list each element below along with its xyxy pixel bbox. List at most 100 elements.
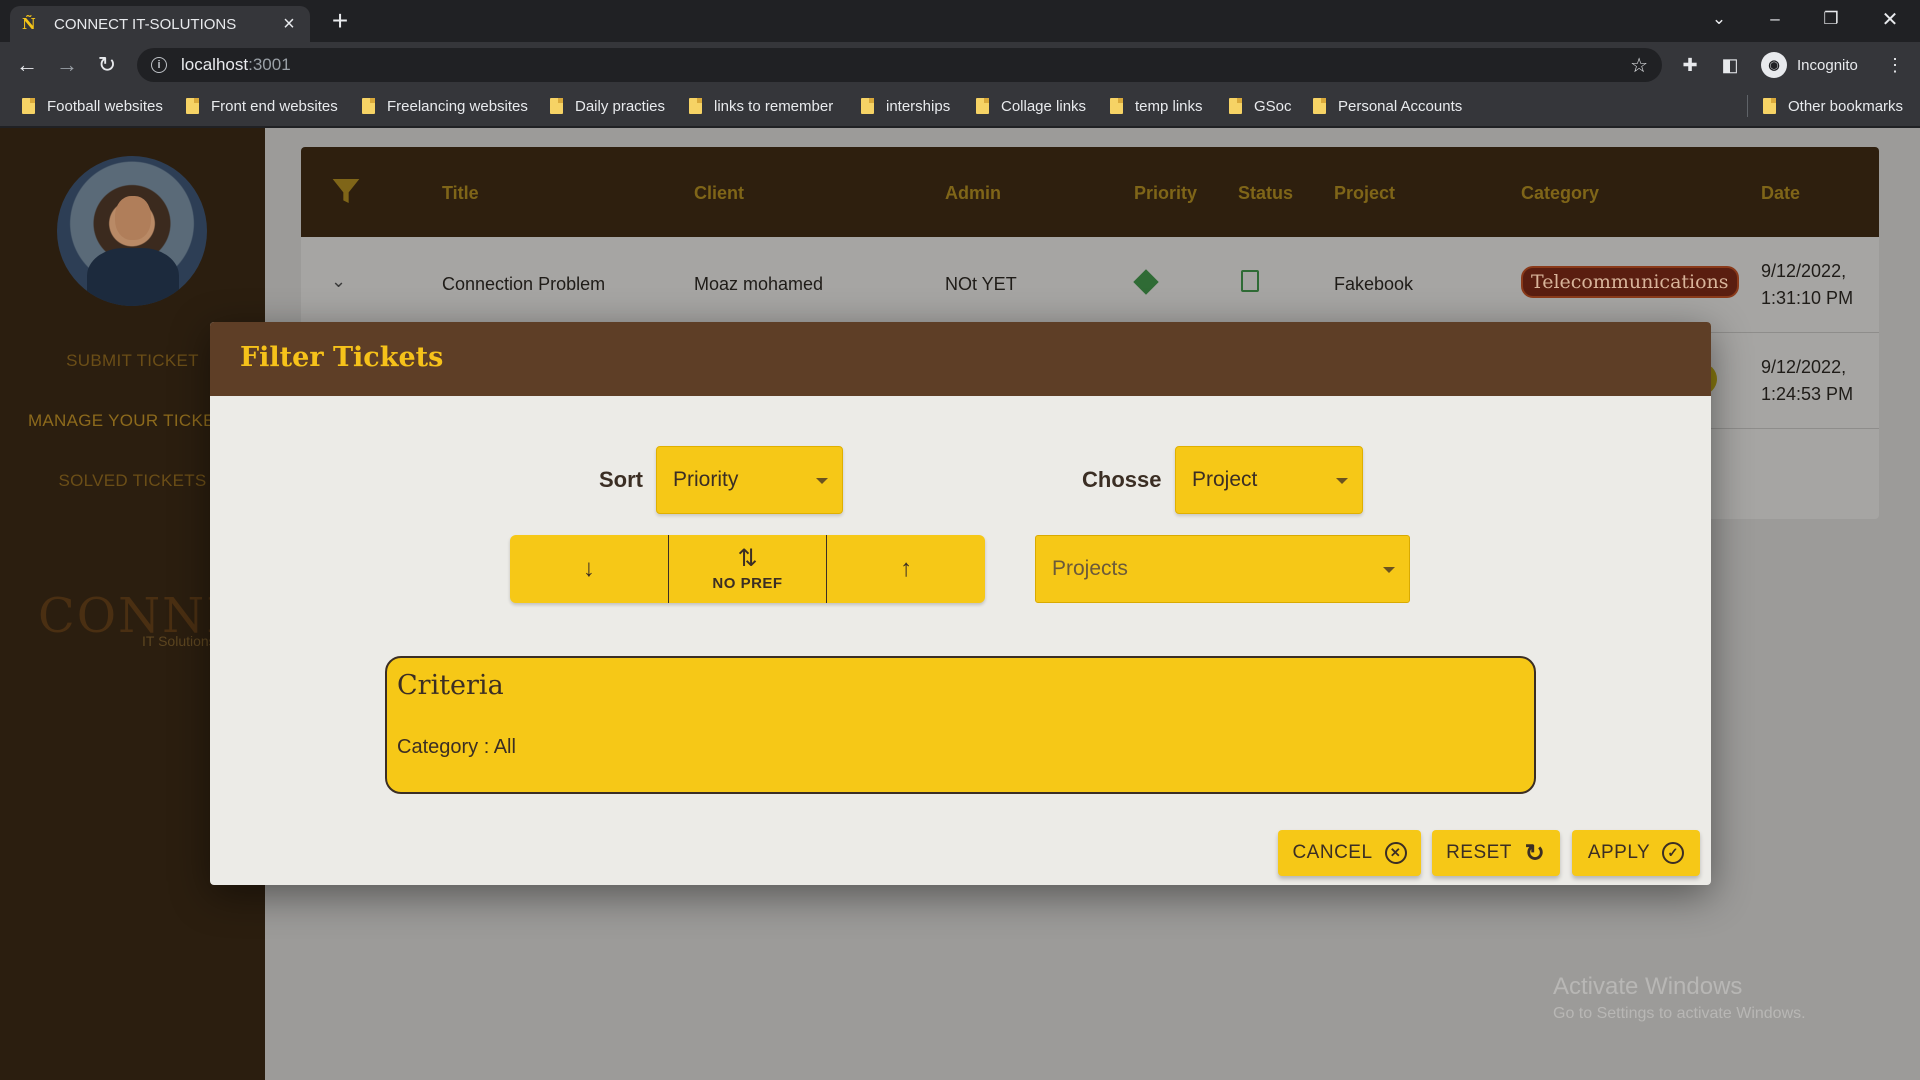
folder-icon [861, 98, 874, 114]
sort-descending-button[interactable]: ↓ [510, 535, 669, 603]
column-header-date[interactable]: Date [1761, 183, 1800, 204]
url-port: :3001 [248, 55, 291, 74]
projects-select[interactable]: Projects [1035, 535, 1410, 603]
url-host: localhost [181, 55, 249, 74]
ticket-date-line1: 9/12/2022, [1761, 261, 1847, 281]
ticket-client: Moaz mohamed [694, 274, 824, 294]
cancel-button[interactable]: CANCEL ✕ [1278, 830, 1421, 876]
extensions-icon[interactable]: ✚ [1675, 49, 1705, 81]
category-badge: Telecommunications [1521, 266, 1739, 298]
sort-label: Sort [599, 467, 643, 492]
restore-icon[interactable]: ❐ [1803, 0, 1859, 38]
other-bookmarks[interactable]: Other bookmarks [1763, 87, 1903, 125]
new-tab-icon[interactable]: + [325, 6, 355, 36]
table-header: Title Client Admin Priority Status Proje… [301, 147, 1879, 237]
folder-icon [1229, 98, 1242, 114]
criteria-category: Category : All [397, 736, 516, 758]
tab-search-icon[interactable]: ⌄ [1691, 0, 1747, 38]
column-header-admin[interactable]: Admin [945, 183, 1001, 204]
column-header-title[interactable]: Title [442, 183, 479, 204]
profile-label: Incognito [1797, 56, 1858, 74]
dropdown-caret-icon [816, 478, 828, 484]
bookmark-folder[interactable]: Collage links [976, 87, 1086, 125]
forward-icon[interactable]: → [51, 49, 83, 81]
back-icon[interactable]: ← [11, 49, 43, 81]
column-header-status[interactable]: Status [1238, 183, 1293, 204]
bookmark-folder[interactable]: Freelancing websites [362, 87, 528, 125]
bookmark-star-icon[interactable]: ☆ [1630, 53, 1648, 78]
folder-icon [550, 98, 563, 114]
folder-icon [1313, 98, 1326, 114]
apply-button[interactable]: APPLY ✓ [1572, 830, 1700, 876]
column-header-category[interactable]: Category [1521, 183, 1599, 204]
url-input[interactable]: i localhost:3001 ☆ [137, 48, 1662, 82]
column-header-priority[interactable]: Priority [1134, 183, 1197, 204]
bookmark-folder[interactable]: GSoc [1229, 87, 1292, 125]
sort-no-preference-button[interactable]: ⇅ NO PREF [669, 535, 828, 603]
choose-select[interactable]: Project [1175, 446, 1363, 514]
ticket-project: Fakebook [1334, 274, 1414, 294]
table-row[interactable]: ⌄ Connection Problem Moaz mohamed NOt YE… [301, 237, 1879, 333]
sort-ascending-button[interactable]: ↑ [827, 535, 985, 603]
dropdown-caret-icon [1336, 478, 1348, 484]
criteria-panel: Criteria Category : All [385, 656, 1536, 794]
filter-tickets-dialog: Filter Tickets Sort Priority Chosse Proj… [210, 322, 1711, 885]
incognito-icon: ◉ [1761, 52, 1787, 78]
folder-icon [362, 98, 375, 114]
ticket-date-line2: 1:31:10 PM [1761, 288, 1854, 308]
incognito-profile-button[interactable]: ◉ Incognito [1757, 49, 1868, 81]
priority-diamond-icon [1133, 269, 1159, 295]
bookmark-folder[interactable]: temp links [1110, 87, 1203, 125]
bookmark-separator [1747, 95, 1748, 117]
dropdown-caret-icon [1383, 567, 1395, 573]
ticket-title: Connection Problem [442, 274, 606, 294]
filter-icon[interactable] [330, 175, 362, 207]
arrows-up-down-icon: ⇅ [737, 544, 758, 572]
refresh-icon: ↻ [1524, 839, 1546, 867]
ticket-admin: NOt YET [945, 274, 1017, 294]
bookmark-folder[interactable]: Daily practies [550, 87, 665, 125]
folder-icon [22, 98, 35, 114]
close-window-icon[interactable]: ✕ [1862, 0, 1918, 38]
avatar [57, 156, 207, 306]
check-circle-icon: ✓ [1662, 842, 1685, 864]
folder-icon [976, 98, 989, 114]
bookmark-folder[interactable]: Football websites [22, 87, 163, 125]
choose-label: Chosse [1082, 467, 1162, 492]
side-panel-icon[interactable]: ◧ [1715, 49, 1745, 81]
ticket-date-line2: 1:24:53 PM [1761, 384, 1854, 404]
close-tab-icon[interactable]: × [280, 13, 298, 36]
bookmark-folder[interactable]: Front end websites [186, 87, 338, 125]
site-info-icon[interactable]: i [151, 57, 167, 73]
minimize-icon[interactable]: – [1747, 0, 1803, 38]
folder-icon [186, 98, 199, 114]
dialog-header: Filter Tickets [210, 322, 1711, 396]
folder-icon [689, 98, 702, 114]
arrow-down-icon: ↓ [582, 555, 595, 582]
bookmarks-bar: Football websites Front end websites Fre… [0, 87, 1920, 127]
bookmark-folder[interactable]: links to remember [689, 87, 833, 125]
browser-tab[interactable]: Ñ CONNECT IT-SOLUTIONS × [10, 6, 310, 42]
bookmark-folder[interactable]: interships [861, 87, 950, 125]
chrome-menu-icon[interactable]: ⋮ [1880, 49, 1910, 81]
ticket-date-line1: 9/12/2022, [1761, 357, 1847, 377]
folder-icon [1110, 98, 1123, 114]
address-bar: ← → ↻ i localhost:3001 ☆ ✚ ◧ ◉ Incognito… [0, 42, 1920, 87]
sort-select[interactable]: Priority [656, 446, 843, 514]
expand-row-chevron-icon[interactable]: ⌄ [331, 271, 346, 292]
connect-logo-subtitle: IT Solutions [142, 633, 216, 649]
criteria-title: Criteria [397, 670, 504, 701]
cancel-circle-x-icon: ✕ [1384, 842, 1407, 864]
column-header-project[interactable]: Project [1334, 183, 1395, 204]
folder-icon [1763, 98, 1776, 114]
reset-button[interactable]: RESET ↻ [1432, 830, 1560, 876]
column-header-client[interactable]: Client [694, 183, 744, 204]
arrow-up-icon: ↑ [900, 555, 913, 582]
windows-activation-watermark: Activate Windows Go to Settings to activ… [1553, 973, 1806, 1022]
tab-title: CONNECT IT-SOLUTIONS [54, 15, 237, 33]
sort-order-group: ↓ ⇅ NO PREF ↑ [510, 535, 985, 603]
bookmark-folder[interactable]: Personal Accounts [1313, 87, 1462, 125]
dialog-title: Filter Tickets [240, 342, 444, 373]
reload-icon[interactable]: ↻ [91, 49, 123, 81]
status-clipboard-icon [1241, 270, 1259, 292]
